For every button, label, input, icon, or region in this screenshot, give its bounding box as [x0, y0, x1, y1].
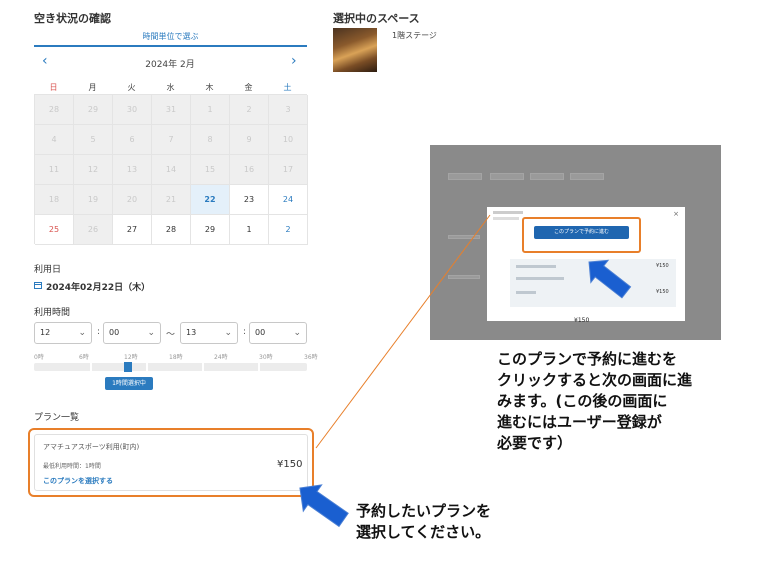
callout-line: クリックすると次の画面に進: [497, 371, 693, 389]
callout-line: 必要です）: [497, 434, 573, 452]
callout-line: このプランで予約に進むを: [497, 350, 678, 368]
annotation-overlay: [299, 214, 632, 528]
callout-select-plan: 予約したいプランを 選択してください。: [356, 501, 491, 543]
callout-reserve-instruction: このプランで予約に進むを クリックすると次の画面に進 みます。(この後の画面に …: [497, 349, 692, 454]
leader-line: [315, 214, 491, 449]
callout-line: 進むにはユーザー登録が: [497, 413, 662, 431]
arrow-icon-plan: [299, 484, 349, 528]
arrow-icon-modal: [588, 259, 632, 299]
callout-line: みます。(この後の画面に: [497, 392, 668, 410]
callout-line: 選択してください。: [356, 523, 491, 541]
callout-line: 予約したいプランを: [356, 502, 492, 520]
